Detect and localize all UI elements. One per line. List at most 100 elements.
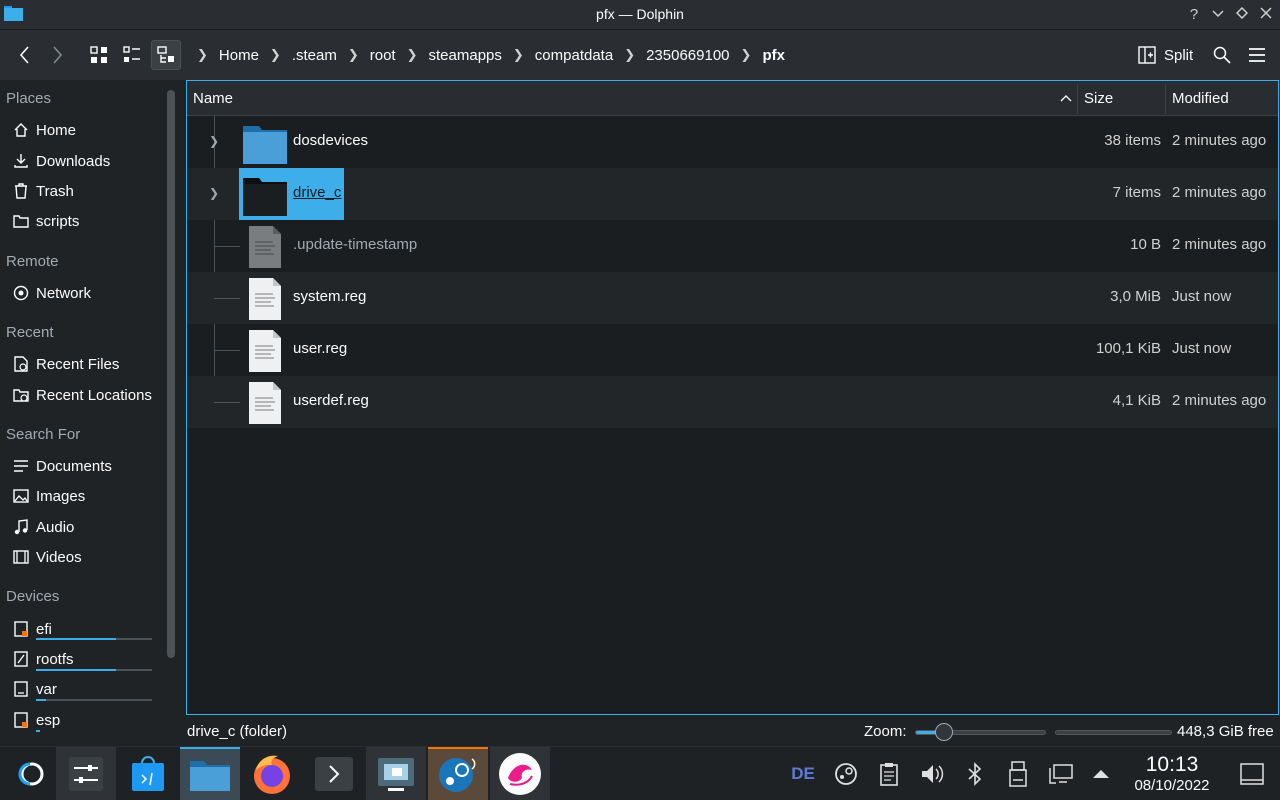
breadcrumb-root[interactable]: root [366, 47, 400, 64]
breadcrumb-appid[interactable]: 2350669100 [642, 47, 733, 64]
hamburger-menu-icon[interactable] [1242, 40, 1272, 70]
keyboard-layout-indicator[interactable]: DE [790, 761, 816, 787]
breadcrumb-steam[interactable]: .steam [288, 47, 341, 64]
section-devices: Devices [6, 588, 60, 605]
bluetooth-icon[interactable] [962, 761, 988, 787]
sidebar-item-images[interactable]: Images [12, 484, 85, 508]
minimize-icon[interactable] [1208, 5, 1228, 25]
task-app[interactable] [490, 747, 550, 800]
sidebar-item-home[interactable]: Home [12, 118, 76, 142]
app-launcher-button[interactable] [0, 747, 60, 800]
breadcrumb-compatdata[interactable]: compatdata [531, 47, 617, 64]
volume-icon[interactable] [919, 761, 945, 787]
network-connection-icon[interactable] [1048, 761, 1074, 787]
sidebar-item-scripts[interactable]: scripts [12, 209, 79, 233]
search-icon[interactable] [1207, 40, 1237, 70]
section-remote: Remote [6, 253, 59, 270]
sidebar-item-documents[interactable]: Documents [12, 454, 112, 478]
discover-store-icon [132, 756, 164, 791]
close-icon[interactable] [1256, 5, 1276, 25]
steam-icon [439, 758, 476, 792]
column-size[interactable]: Size [1084, 90, 1113, 107]
column-divider[interactable] [1165, 84, 1166, 114]
sidebar-item-downloads[interactable]: Downloads [12, 149, 110, 173]
icons-view-icon[interactable] [84, 40, 114, 70]
file-row-dosdevices[interactable]: ❯ dosdevices 38 items 2 minutes ago [187, 116, 1278, 168]
sidebar-item-label: Home [36, 121, 77, 139]
capacity-track [116, 669, 152, 671]
column-divider[interactable] [1077, 84, 1078, 114]
file-modified: Just now [1172, 340, 1232, 357]
file-name: userdef.reg [293, 392, 369, 409]
dolphin-folder-icon [190, 761, 230, 791]
toolbar: ❯ Home ❯ .steam ❯ root ❯ steamapps ❯ com… [0, 30, 1280, 80]
file-modified: 2 minutes ago [1172, 184, 1267, 201]
split-button[interactable]: Split [1138, 40, 1193, 70]
drive-icon [12, 651, 29, 668]
maximize-icon[interactable] [1232, 5, 1252, 25]
sort-ascending-icon [1060, 95, 1072, 102]
file-modified: 2 minutes ago [1172, 236, 1267, 253]
zoom-slider-handle[interactable] [935, 723, 953, 741]
removable-device-icon[interactable] [1005, 761, 1031, 787]
column-name[interactable]: Name [193, 90, 233, 107]
split-label: Split [1164, 46, 1194, 64]
sidebar-item-label: Documents [36, 457, 112, 475]
sidebar-scrollbar[interactable] [167, 90, 175, 658]
drive-icon [12, 621, 29, 638]
help-icon[interactable]: ? [1184, 5, 1204, 25]
steam-tray-icon[interactable] [833, 761, 859, 787]
file-row-user-reg[interactable]: user.reg 100,1 KiB Just now [187, 324, 1278, 376]
pink-app-icon [499, 753, 541, 795]
text-file-icon [249, 330, 281, 372]
file-size: 10 B [1130, 236, 1161, 253]
details-view-icon[interactable] [151, 40, 181, 70]
file-size: 3,0 MiB [1110, 288, 1161, 305]
tree-line [214, 350, 240, 351]
show-desktop-icon[interactable] [1239, 761, 1265, 787]
capacity-bar [36, 699, 46, 701]
task-system-settings[interactable] [56, 747, 116, 800]
sidebar-item-recent-locations[interactable]: Recent Locations [12, 383, 152, 407]
file-row-drive-c[interactable]: ❯ drive_c 7 items 2 minutes ago [187, 168, 1278, 220]
breadcrumb-home[interactable]: Home [215, 47, 263, 64]
sidebar-item-trash[interactable]: Trash [12, 179, 74, 203]
sidebar-item-recent-files[interactable]: Recent Files [12, 352, 119, 376]
task-steam[interactable] [428, 747, 488, 800]
expand-arrow-icon[interactable]: ❯ [209, 134, 219, 148]
expand-arrow-icon[interactable]: ❯ [209, 186, 219, 200]
file-size: 4,1 KiB [1112, 392, 1161, 409]
breadcrumb-steamapps[interactable]: steamapps [425, 47, 506, 64]
file-size: 38 items [1104, 132, 1161, 149]
task-konsole[interactable] [304, 747, 364, 800]
selection-status: drive_c (folder) [187, 723, 288, 740]
file-row-system-reg[interactable]: system.reg 3,0 MiB Just now [187, 272, 1278, 324]
sidebar-item-audio[interactable]: Audio [12, 515, 74, 539]
clipboard-icon[interactable] [876, 761, 902, 787]
free-space-label: 448,3 GiB free [1177, 723, 1274, 740]
split-icon [1138, 46, 1156, 64]
task-discover[interactable] [118, 747, 178, 800]
recent-locations-icon [12, 387, 29, 404]
compact-view-icon[interactable] [117, 40, 147, 70]
breadcrumb-pfx[interactable]: pfx [758, 47, 789, 64]
sidebar-item-label: Trash [36, 182, 74, 200]
digital-clock[interactable]: 10:13 08/10/2022 [1126, 753, 1218, 795]
sidebar-item-rootfs[interactable]: rootfs [12, 647, 74, 671]
terminal-icon [315, 757, 353, 791]
task-dolphin[interactable] [180, 747, 240, 800]
task-firefox[interactable] [242, 747, 302, 800]
sidebar-item-network[interactable]: Network [12, 281, 91, 305]
file-row-userdef-reg[interactable]: userdef.reg 4,1 KiB 2 minutes ago [187, 376, 1278, 428]
task-spectacle[interactable] [366, 747, 426, 800]
show-hidden-tray-icon[interactable] [1088, 761, 1114, 787]
sidebar-item-var[interactable]: var [12, 677, 57, 701]
file-row-update-timestamp[interactable]: .update-timestamp 10 B 2 minutes ago [187, 220, 1278, 272]
screenshot-icon [378, 758, 414, 791]
back-icon[interactable] [10, 40, 40, 70]
sidebar-item-videos[interactable]: Videos [12, 545, 82, 569]
forward-icon[interactable] [42, 40, 72, 70]
tree-line [214, 246, 240, 247]
column-modified[interactable]: Modified [1172, 90, 1229, 107]
free-space-fill [1056, 731, 1057, 734]
